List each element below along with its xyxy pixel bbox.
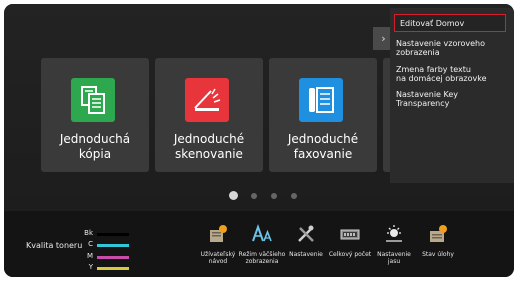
toner-level-bar	[97, 256, 129, 259]
toner-channel-label: Y	[88, 263, 93, 271]
tile-label: Jednoduchá kópia	[59, 132, 131, 161]
counter-display-icon	[340, 224, 360, 244]
copy-documents-icon	[71, 78, 115, 122]
large-text-aa-icon	[252, 224, 272, 244]
page-dot[interactable]	[251, 193, 257, 199]
menu-item-pattern-display[interactable]: Nastavenie vzoroveho zobrazenia	[396, 39, 485, 57]
job-status-button[interactable]: Stav úlohy	[416, 216, 460, 276]
large-display-mode-button[interactable]: Režim väčšieho zobrazenia	[239, 216, 285, 276]
page-dot-active[interactable]	[229, 191, 238, 200]
tile-label: Jednoduché skenovanie	[173, 132, 245, 161]
menu-item-edit-home[interactable]: Editovať Domov	[394, 14, 506, 32]
toner-level-bar	[97, 267, 129, 270]
action-menu: Editovať Domov Nastavenie vzoroveho zobr…	[390, 8, 514, 183]
tile-simple-scan[interactable]: Jednoduché skenovanie	[155, 58, 263, 172]
fax-phone-icon	[299, 78, 343, 122]
chevron-right-icon: ›	[381, 32, 386, 45]
settings-button[interactable]: Nastavenie	[284, 216, 328, 276]
toner-channel-label: M	[86, 252, 93, 260]
toner-level-bar	[97, 233, 129, 236]
menu-item-text-color[interactable]: Zmena farby textu na domácej obrazovke	[396, 65, 487, 83]
brightness-button[interactable]: Nastavenie jasu	[372, 216, 416, 276]
scanner-icon	[185, 78, 229, 122]
brightness-sun-icon	[384, 224, 404, 244]
bottom-item-label: Stav úlohy	[422, 251, 454, 258]
settings-tools-icon	[296, 224, 316, 244]
toner-level-bar	[97, 244, 129, 247]
touch-screen: Jednoduchá kópia Jednoduché skenovanie J…	[4, 4, 514, 277]
job-status-icon	[428, 224, 448, 244]
user-guide-button[interactable]: Užívateľský návod	[196, 216, 240, 276]
user-guide-book-icon	[208, 224, 228, 244]
page-dot[interactable]	[291, 193, 297, 199]
menu-item-key-transparency[interactable]: Nastavenie Key Transparency	[396, 90, 458, 108]
page-dot[interactable]	[271, 193, 277, 199]
tile-simple-copy[interactable]: Jednoduchá kópia	[41, 58, 149, 172]
tile-label: Jednoduché faxovanie	[287, 132, 359, 161]
toner-channel-label: C	[88, 240, 93, 248]
toner-channel-label: Bk	[84, 229, 93, 237]
tile-simple-fax[interactable]: Jednoduché faxovanie	[269, 58, 377, 172]
total-count-button[interactable]: Celkový počet	[328, 216, 372, 276]
toner-label: Kvalita toneru	[26, 241, 83, 250]
bottom-bar: Kvalita toneru Bk C M Y Užívateľský návo…	[4, 211, 514, 277]
